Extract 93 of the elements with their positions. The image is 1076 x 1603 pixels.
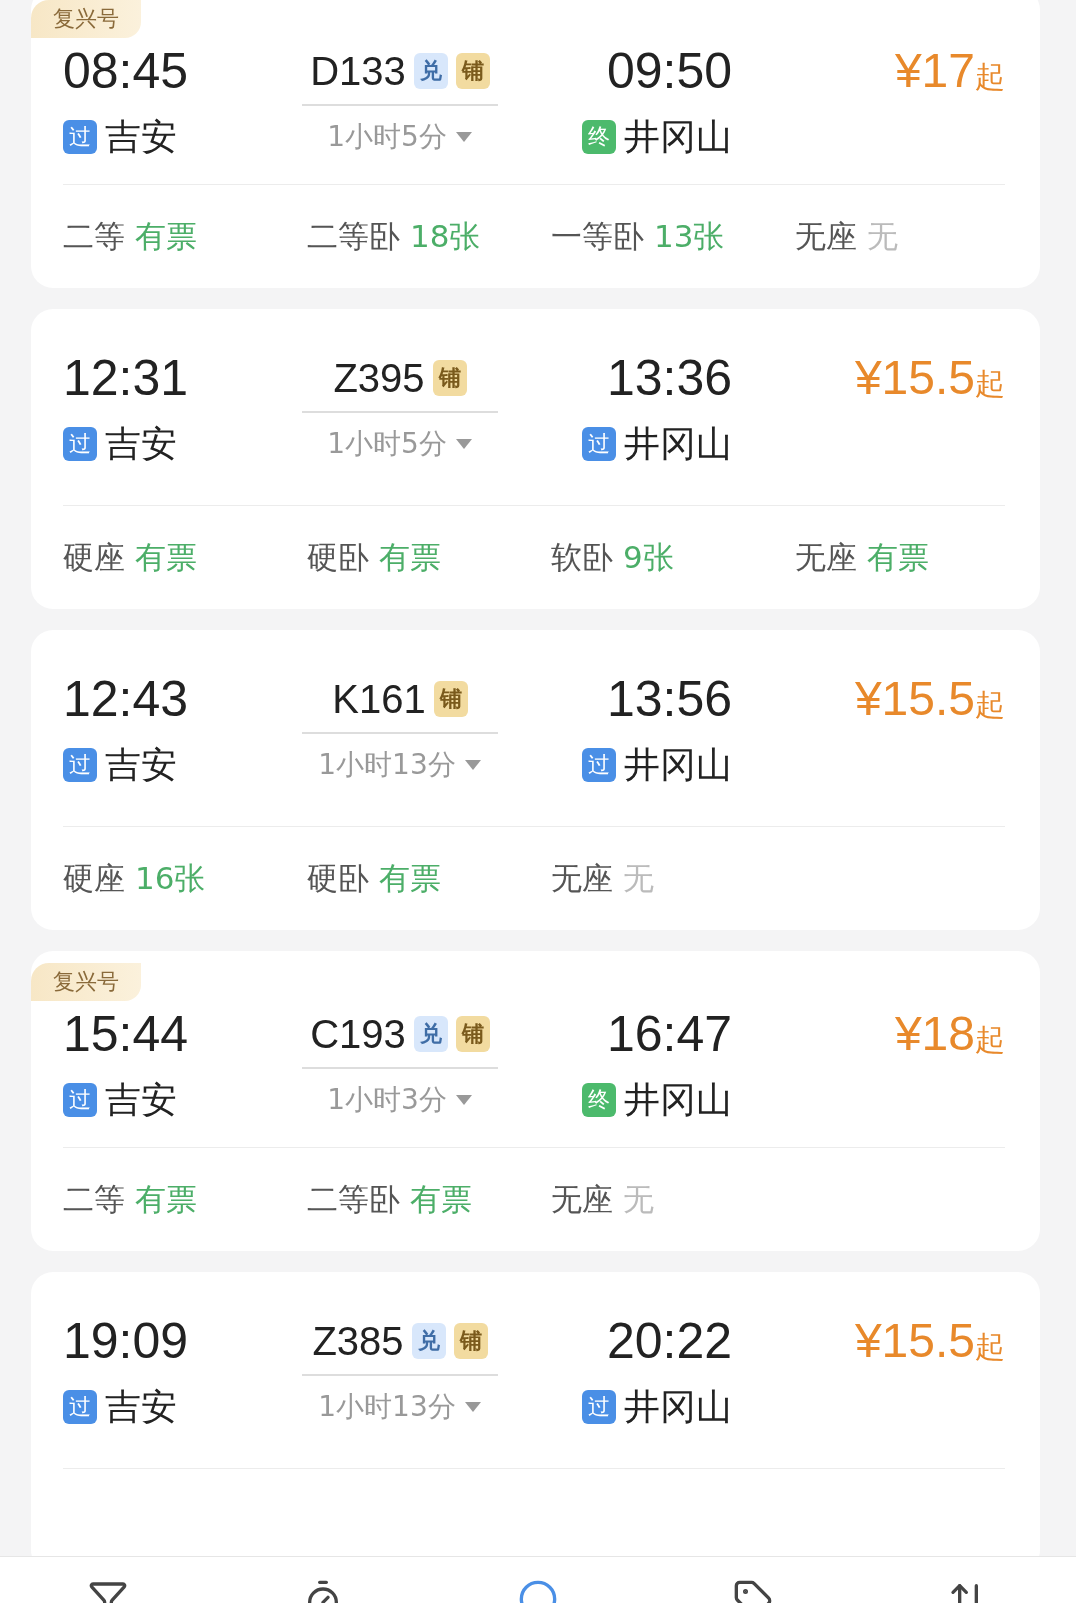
ticket-price: ¥15.5起 — [854, 671, 1005, 727]
departure-station: 吉安 — [105, 114, 177, 159]
arrival-time: 13:36 — [606, 349, 732, 408]
train-number: Z395 — [333, 355, 425, 401]
train-tag: 铺 — [432, 360, 467, 396]
arrival-station: 井冈山 — [624, 742, 732, 787]
seat-availability: 18张 — [410, 216, 481, 256]
train-number: D133 — [310, 48, 406, 94]
departure-time: 12:43 — [63, 670, 189, 729]
caret-icon — [463, 1401, 482, 1413]
arrival-time: 16:47 — [606, 1005, 732, 1064]
train-tag: 铺 — [433, 681, 468, 717]
train-card[interactable]: 12:31 过 吉安 Z395 铺 1小时5分 13:36 过 井冈山 ¥15.5起 硬座 有票 硬卧 有票 软卧 9张 无座 有票 — [31, 309, 1040, 609]
travel-duration: 1小时5分 — [327, 119, 447, 155]
seat-class: 硬卧 — [307, 537, 369, 577]
seat-availability: 无 — [623, 1179, 654, 1219]
train-card[interactable]: 复兴号 08:45 过 吉安 D133 兑 铺 1小时5分 09:50 终 井冈山 ¥17起 二等 有票 二等卧 18张 一等卧 13张 无座 无 — [31, 0, 1040, 288]
departure-time: 08:45 — [63, 42, 189, 101]
stop-tag: 过 — [63, 748, 97, 782]
travel-duration: 1小时5分 — [327, 426, 447, 462]
arrival-time: 13:56 — [606, 670, 732, 729]
seat-availability: 有票 — [135, 537, 197, 577]
train-card[interactable]: 19:09 过 吉安 Z385 兑 铺 1小时13分 20:22 过 井冈山 ¥15.5起 — [31, 1272, 1040, 1556]
seat-class: 无座 — [795, 537, 857, 577]
seat-availability: 无 — [867, 216, 898, 256]
train-number: C193 — [310, 1011, 406, 1057]
seat-class: 二等 — [63, 1179, 125, 1219]
seat-class: 无座 — [551, 858, 613, 898]
departure-time: 15:44 — [63, 1005, 189, 1064]
stop-tag: 过 — [582, 427, 616, 461]
arrival-time: 20:22 — [606, 1312, 732, 1371]
travel-duration: 1小时13分 — [318, 747, 456, 783]
ticket-price: ¥17起 — [894, 43, 1005, 99]
departure-station: 吉安 — [105, 421, 177, 466]
train-tag: 铺 — [455, 1016, 490, 1052]
seat-availability: 16张 — [135, 858, 206, 898]
departure-time: 12:31 — [63, 349, 189, 408]
seat-availability: 13张 — [654, 216, 725, 256]
seat-class: 软卧 — [551, 537, 613, 577]
train-number: Z385 — [312, 1318, 404, 1364]
departure-time: 19:09 — [63, 1312, 189, 1371]
train-tag: 兑 — [411, 1323, 446, 1359]
arrival-station: 井冈山 — [624, 114, 732, 159]
departure-station: 吉安 — [105, 1077, 177, 1122]
arrival-station: 井冈山 — [624, 1077, 732, 1122]
departure-station: 吉安 — [105, 742, 177, 787]
stop-tag: 过 — [63, 1390, 97, 1424]
ticket-price: ¥18起 — [894, 1006, 1005, 1062]
train-type-badge: 复兴号 — [31, 0, 141, 38]
stop-tag: 过 — [63, 1083, 97, 1117]
train-tag: 铺 — [455, 53, 490, 89]
stop-tag: 过 — [63, 120, 97, 154]
arrival-station: 井冈山 — [624, 1384, 732, 1429]
ticket-price: ¥15.5起 — [854, 1313, 1005, 1369]
seat-availability: 有票 — [379, 537, 441, 577]
seat-class: 一等卧 — [551, 216, 644, 256]
seat-availability: 无 — [623, 858, 654, 898]
train-tag: 铺 — [453, 1323, 488, 1359]
seat-class: 硬卧 — [307, 858, 369, 898]
seat-class: 无座 — [551, 1179, 613, 1219]
train-card[interactable]: 12:43 过 吉安 K161 铺 1小时13分 13:56 过 井冈山 ¥15.5起 硬座 16张 硬卧 有票 无座 无 — [31, 630, 1040, 930]
seat-availability: 有票 — [410, 1179, 472, 1219]
caret-icon — [454, 131, 473, 143]
seat-availability: 有票 — [135, 1179, 197, 1219]
arrival-station: 井冈山 — [624, 421, 732, 466]
stop-tag: 终 — [582, 120, 616, 154]
seat-availability: 有票 — [867, 537, 929, 577]
seat-availability: 9张 — [623, 537, 674, 577]
travel-duration: 1小时13分 — [318, 1389, 456, 1425]
stop-tag: 过 — [582, 748, 616, 782]
seat-class: 硬座 — [63, 858, 125, 898]
caret-icon — [454, 438, 473, 450]
train-card[interactable]: 复兴号 15:44 过 吉安 C193 兑 铺 1小时3分 16:47 终 井冈山 ¥18起 二等 有票 二等卧 有票 无座 无 — [31, 951, 1040, 1251]
seat-availability: 有票 — [135, 216, 197, 256]
train-type-badge: 复兴号 — [31, 963, 141, 1001]
stop-tag: 过 — [582, 1390, 616, 1424]
seat-class: 无座 — [795, 216, 857, 256]
caret-icon — [454, 1094, 473, 1106]
travel-duration: 1小时3分 — [327, 1082, 447, 1118]
arrival-time: 09:50 — [606, 42, 732, 101]
caret-icon — [463, 759, 482, 771]
seat-availability: 有票 — [379, 858, 441, 898]
stop-tag: 终 — [582, 1083, 616, 1117]
seat-class: 硬座 — [63, 537, 125, 577]
departure-station: 吉安 — [105, 1384, 177, 1429]
train-number: K161 — [332, 676, 426, 722]
ticket-price: ¥15.5起 — [854, 350, 1005, 406]
seat-class: 二等卧 — [307, 1179, 400, 1219]
train-tag: 兑 — [413, 53, 448, 89]
seat-class: 二等卧 — [307, 216, 400, 256]
seat-class: 二等 — [63, 216, 125, 256]
train-tag: 兑 — [413, 1016, 448, 1052]
stop-tag: 过 — [63, 427, 97, 461]
